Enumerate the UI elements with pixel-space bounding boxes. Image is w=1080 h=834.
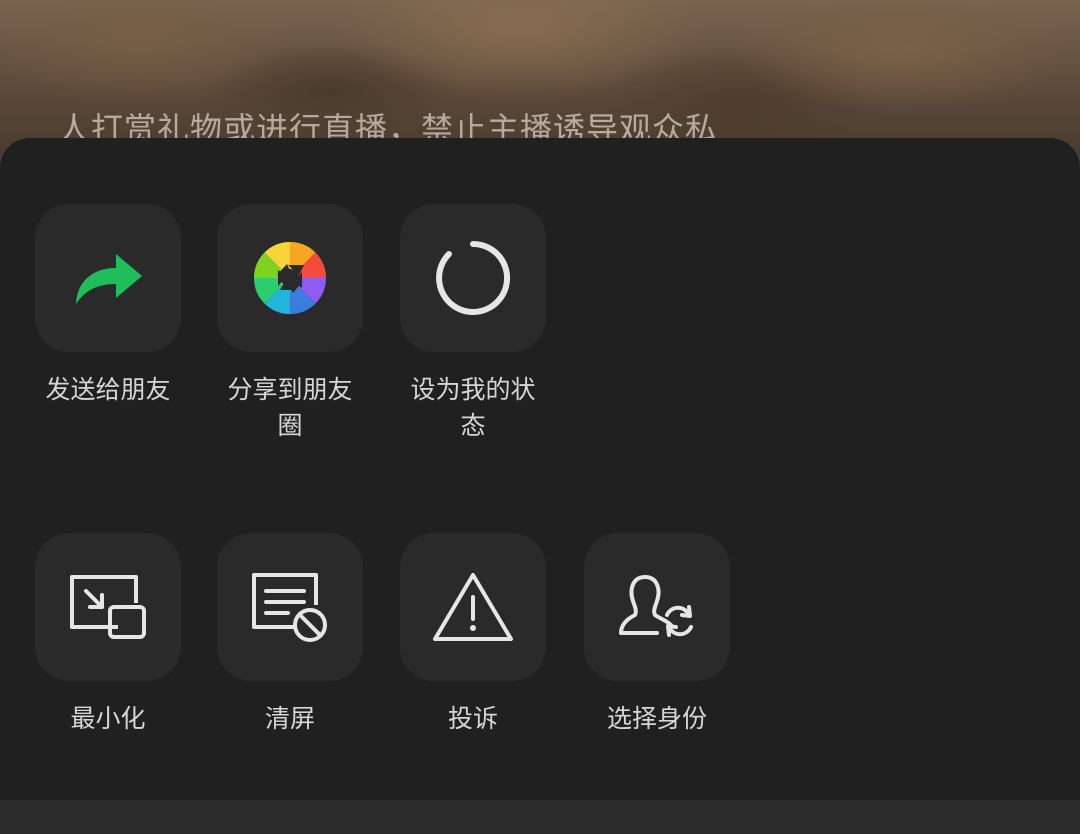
switch-identity-icon — [619, 575, 693, 637]
report-label: 投诉 — [447, 704, 498, 733]
send-to-friend-tile[interactable] — [35, 204, 181, 352]
share-to-moments-tile[interactable] — [217, 204, 363, 352]
set-as-status-tile[interactable] — [400, 204, 546, 352]
set-as-status-button[interactable]: 设为我的状态 — [398, 204, 548, 444]
forward-arrow-icon — [76, 254, 142, 304]
clear-screen-label: 清屏 — [264, 704, 315, 733]
status-ring-icon — [436, 241, 511, 315]
send-to-friend-label: 发送给朋友 — [45, 375, 171, 404]
choose-identity-button[interactable]: 选择身份 — [582, 533, 732, 737]
sheet-bottom-bar — [0, 800, 1080, 834]
minimize-label: 最小化 — [70, 704, 146, 733]
live-stream-share-screen: 人打赏礼物或进行直播，禁止主播诱导观众私 发送给朋友 分享到朋友圈 设为我的状态… — [0, 0, 1080, 834]
clear-screen-tile[interactable] — [217, 533, 363, 681]
share-action-sheet: 发送给朋友 分享到朋友圈 设为我的状态 最小化 清屏 投诉 选择身份 — [0, 138, 1080, 834]
warning-icon — [433, 573, 513, 641]
minimize-tile[interactable] — [35, 533, 181, 681]
report-button[interactable]: 投诉 — [398, 533, 548, 737]
clear-screen-button[interactable]: 清屏 — [215, 533, 365, 737]
share-to-moments-label: 分享到朋友圈 — [227, 375, 353, 440]
choose-identity-label: 选择身份 — [606, 704, 707, 733]
clear-screen-icon — [252, 573, 327, 642]
share-to-moments-button[interactable]: 分享到朋友圈 — [215, 204, 365, 444]
choose-identity-tile[interactable] — [584, 533, 730, 681]
minimize-button[interactable]: 最小化 — [33, 533, 183, 737]
set-as-status-label: 设为我的状态 — [410, 375, 536, 440]
minimize-icon — [70, 575, 146, 639]
report-tile[interactable] — [400, 533, 546, 681]
send-to-friend-button[interactable]: 发送给朋友 — [33, 204, 183, 408]
moments-aperture-icon — [253, 241, 327, 315]
